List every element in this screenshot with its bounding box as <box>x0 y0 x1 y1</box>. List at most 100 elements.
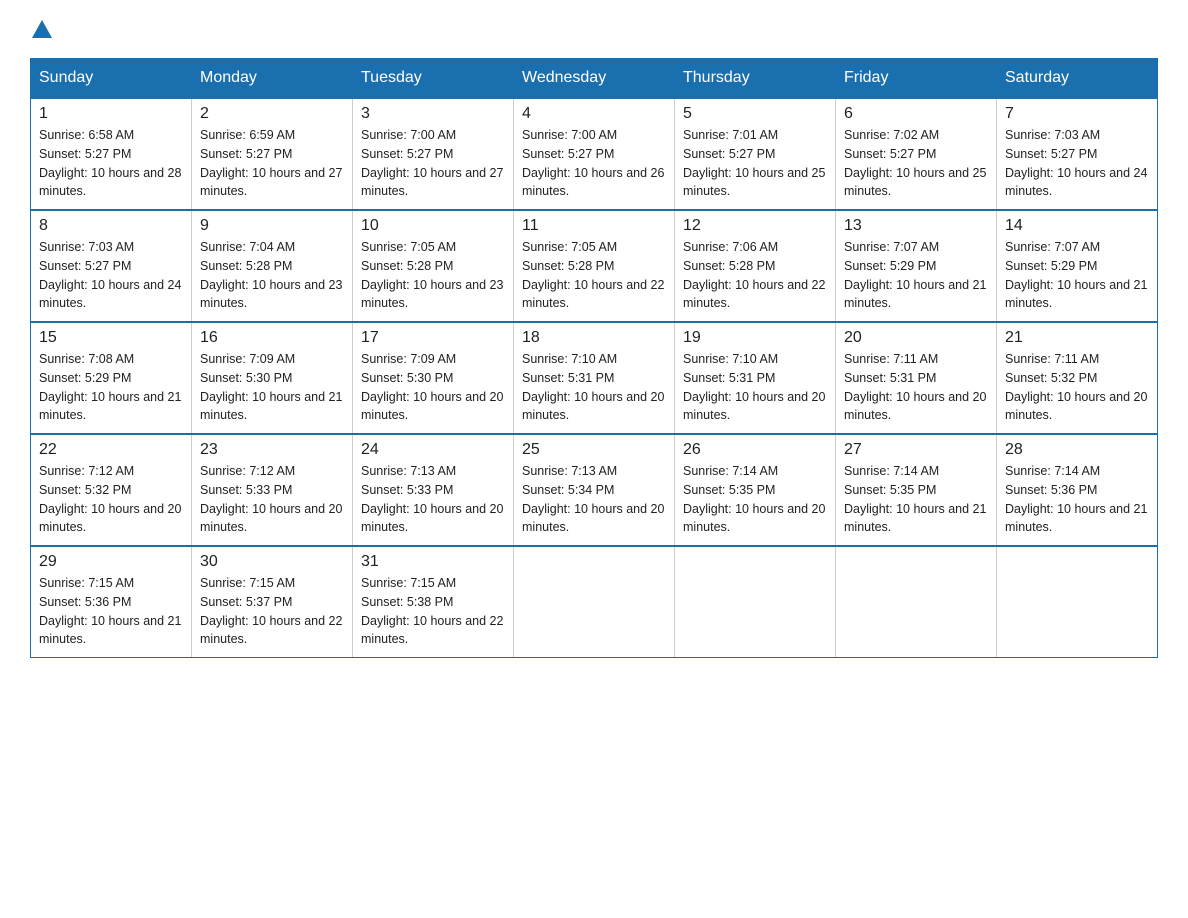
calendar-week-row: 8 Sunrise: 7:03 AMSunset: 5:27 PMDaylight… <box>31 210 1158 322</box>
day-info: Sunrise: 7:02 AMSunset: 5:27 PMDaylight:… <box>844 126 988 201</box>
day-info: Sunrise: 7:07 AMSunset: 5:29 PMDaylight:… <box>1005 238 1149 313</box>
day-number: 22 <box>39 441 183 459</box>
calendar-cell: 21 Sunrise: 7:11 AMSunset: 5:32 PMDayligh… <box>997 322 1158 434</box>
day-number: 13 <box>844 217 988 235</box>
calendar-cell: 11 Sunrise: 7:05 AMSunset: 5:28 PMDayligh… <box>514 210 675 322</box>
day-number: 28 <box>1005 441 1149 459</box>
calendar-cell: 31 Sunrise: 7:15 AMSunset: 5:38 PMDayligh… <box>353 546 514 658</box>
day-info: Sunrise: 7:09 AMSunset: 5:30 PMDaylight:… <box>361 350 505 425</box>
day-header-friday: Friday <box>836 59 997 99</box>
day-info: Sunrise: 7:12 AMSunset: 5:32 PMDaylight:… <box>39 462 183 537</box>
calendar-cell: 12 Sunrise: 7:06 AMSunset: 5:28 PMDayligh… <box>675 210 836 322</box>
day-info: Sunrise: 6:59 AMSunset: 5:27 PMDaylight:… <box>200 126 344 201</box>
day-header-saturday: Saturday <box>997 59 1158 99</box>
calendar-cell: 25 Sunrise: 7:13 AMSunset: 5:34 PMDayligh… <box>514 434 675 546</box>
day-info: Sunrise: 7:14 AMSunset: 5:35 PMDaylight:… <box>683 462 827 537</box>
calendar-week-row: 1Sunrise: 6:58 AMSunset: 5:27 PMDaylight… <box>31 98 1158 210</box>
calendar-cell: 27 Sunrise: 7:14 AMSunset: 5:35 PMDayligh… <box>836 434 997 546</box>
calendar-cell <box>675 546 836 658</box>
calendar-cell: 15Sunrise: 7:08 AMSunset: 5:29 PMDayligh… <box>31 322 192 434</box>
day-info: Sunrise: 7:15 AMSunset: 5:36 PMDaylight:… <box>39 574 183 649</box>
day-info: Sunrise: 7:12 AMSunset: 5:33 PMDaylight:… <box>200 462 344 537</box>
day-header-monday: Monday <box>192 59 353 99</box>
day-info: Sunrise: 7:15 AMSunset: 5:38 PMDaylight:… <box>361 574 505 649</box>
page-header <box>30 20 1158 38</box>
day-number: 26 <box>683 441 827 459</box>
day-number: 24 <box>361 441 505 459</box>
day-header-wednesday: Wednesday <box>514 59 675 99</box>
day-header-thursday: Thursday <box>675 59 836 99</box>
calendar-cell: 4 Sunrise: 7:00 AMSunset: 5:27 PMDaylight… <box>514 98 675 210</box>
day-number: 17 <box>361 329 505 347</box>
day-info: Sunrise: 7:04 AMSunset: 5:28 PMDaylight:… <box>200 238 344 313</box>
calendar-cell: 23 Sunrise: 7:12 AMSunset: 5:33 PMDayligh… <box>192 434 353 546</box>
day-header-sunday: Sunday <box>31 59 192 99</box>
day-number: 19 <box>683 329 827 347</box>
day-info: Sunrise: 7:14 AMSunset: 5:36 PMDaylight:… <box>1005 462 1149 537</box>
day-number: 20 <box>844 329 988 347</box>
calendar-cell: 13 Sunrise: 7:07 AMSunset: 5:29 PMDayligh… <box>836 210 997 322</box>
calendar-cell <box>836 546 997 658</box>
day-info: Sunrise: 7:13 AMSunset: 5:34 PMDaylight:… <box>522 462 666 537</box>
logo-triangle-icon <box>32 20 52 38</box>
calendar-cell: 8 Sunrise: 7:03 AMSunset: 5:27 PMDaylight… <box>31 210 192 322</box>
day-info: Sunrise: 7:11 AMSunset: 5:31 PMDaylight:… <box>844 350 988 425</box>
logo <box>30 20 54 38</box>
calendar-cell: 5 Sunrise: 7:01 AMSunset: 5:27 PMDaylight… <box>675 98 836 210</box>
calendar-week-row: 15Sunrise: 7:08 AMSunset: 5:29 PMDayligh… <box>31 322 1158 434</box>
calendar-cell: 29 Sunrise: 7:15 AMSunset: 5:36 PMDayligh… <box>31 546 192 658</box>
day-info: Sunrise: 7:14 AMSunset: 5:35 PMDaylight:… <box>844 462 988 537</box>
day-number: 2 <box>200 105 344 123</box>
day-number: 12 <box>683 217 827 235</box>
calendar-cell: 16 Sunrise: 7:09 AMSunset: 5:30 PMDayligh… <box>192 322 353 434</box>
day-number: 21 <box>1005 329 1149 347</box>
day-header-row: SundayMondayTuesdayWednesdayThursdayFrid… <box>31 59 1158 99</box>
day-number: 10 <box>361 217 505 235</box>
day-number: 4 <box>522 105 666 123</box>
day-info: Sunrise: 7:10 AMSunset: 5:31 PMDaylight:… <box>683 350 827 425</box>
day-info: Sunrise: 7:00 AMSunset: 5:27 PMDaylight:… <box>361 126 505 201</box>
day-info: Sunrise: 7:09 AMSunset: 5:30 PMDaylight:… <box>200 350 344 425</box>
day-number: 6 <box>844 105 988 123</box>
day-number: 3 <box>361 105 505 123</box>
day-info: Sunrise: 7:01 AMSunset: 5:27 PMDaylight:… <box>683 126 827 201</box>
day-number: 23 <box>200 441 344 459</box>
calendar-cell: 19 Sunrise: 7:10 AMSunset: 5:31 PMDayligh… <box>675 322 836 434</box>
day-number: 7 <box>1005 105 1149 123</box>
day-info: Sunrise: 7:03 AMSunset: 5:27 PMDaylight:… <box>1005 126 1149 201</box>
day-number: 29 <box>39 553 183 571</box>
day-info: Sunrise: 7:11 AMSunset: 5:32 PMDaylight:… <box>1005 350 1149 425</box>
day-number: 27 <box>844 441 988 459</box>
day-number: 11 <box>522 217 666 235</box>
day-info: Sunrise: 7:03 AMSunset: 5:27 PMDaylight:… <box>39 238 183 313</box>
day-number: 16 <box>200 329 344 347</box>
day-info: Sunrise: 7:06 AMSunset: 5:28 PMDaylight:… <box>683 238 827 313</box>
calendar-header: SundayMondayTuesdayWednesdayThursdayFrid… <box>31 59 1158 99</box>
day-info: Sunrise: 7:07 AMSunset: 5:29 PMDaylight:… <box>844 238 988 313</box>
calendar-cell: 14 Sunrise: 7:07 AMSunset: 5:29 PMDayligh… <box>997 210 1158 322</box>
day-number: 8 <box>39 217 183 235</box>
calendar-cell: 1Sunrise: 6:58 AMSunset: 5:27 PMDaylight… <box>31 98 192 210</box>
day-info: Sunrise: 6:58 AMSunset: 5:27 PMDaylight:… <box>39 126 183 201</box>
calendar-cell: 26 Sunrise: 7:14 AMSunset: 5:35 PMDayligh… <box>675 434 836 546</box>
calendar-cell: 6 Sunrise: 7:02 AMSunset: 5:27 PMDaylight… <box>836 98 997 210</box>
day-info: Sunrise: 7:13 AMSunset: 5:33 PMDaylight:… <box>361 462 505 537</box>
calendar-cell <box>997 546 1158 658</box>
day-number: 25 <box>522 441 666 459</box>
calendar-cell: 17 Sunrise: 7:09 AMSunset: 5:30 PMDayligh… <box>353 322 514 434</box>
day-number: 5 <box>683 105 827 123</box>
calendar-cell: 3 Sunrise: 7:00 AMSunset: 5:27 PMDaylight… <box>353 98 514 210</box>
day-number: 30 <box>200 553 344 571</box>
calendar-cell: 18Sunrise: 7:10 AMSunset: 5:31 PMDayligh… <box>514 322 675 434</box>
calendar-table: SundayMondayTuesdayWednesdayThursdayFrid… <box>30 58 1158 658</box>
day-info: Sunrise: 7:05 AMSunset: 5:28 PMDaylight:… <box>361 238 505 313</box>
day-number: 14 <box>1005 217 1149 235</box>
calendar-cell: 22 Sunrise: 7:12 AMSunset: 5:32 PMDayligh… <box>31 434 192 546</box>
calendar-cell: 24 Sunrise: 7:13 AMSunset: 5:33 PMDayligh… <box>353 434 514 546</box>
calendar-cell: 20 Sunrise: 7:11 AMSunset: 5:31 PMDayligh… <box>836 322 997 434</box>
day-info: Sunrise: 7:05 AMSunset: 5:28 PMDaylight:… <box>522 238 666 313</box>
day-info: Sunrise: 7:00 AMSunset: 5:27 PMDaylight:… <box>522 126 666 201</box>
calendar-cell: 28 Sunrise: 7:14 AMSunset: 5:36 PMDayligh… <box>997 434 1158 546</box>
day-number: 31 <box>361 553 505 571</box>
calendar-cell: 30Sunrise: 7:15 AMSunset: 5:37 PMDayligh… <box>192 546 353 658</box>
